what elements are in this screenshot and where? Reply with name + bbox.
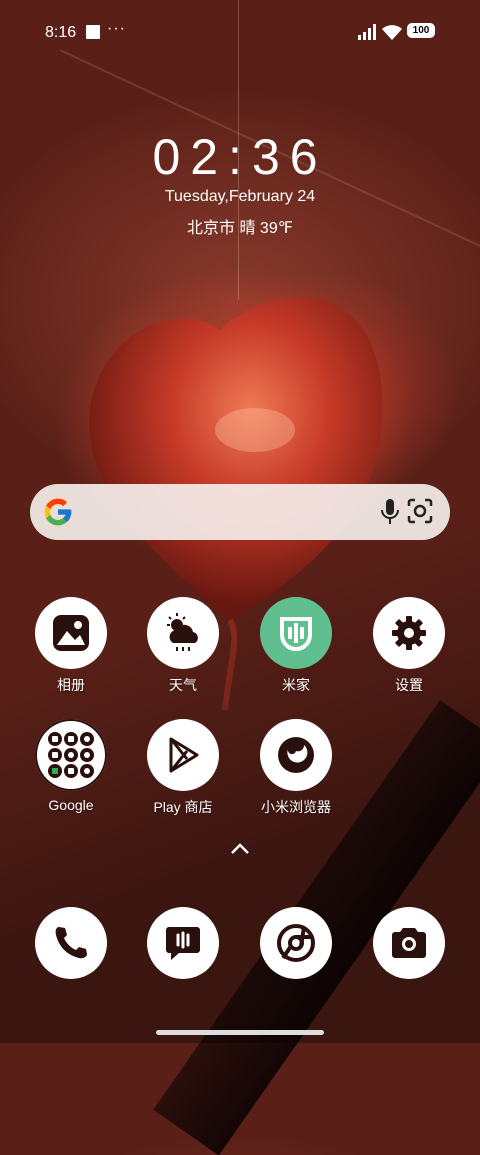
gallery-icon xyxy=(35,597,107,669)
app-weather[interactable]: 天气 xyxy=(138,597,228,695)
google-folder-icon xyxy=(35,719,107,791)
app-gallery[interactable]: 相册 xyxy=(26,597,116,695)
signal-icon xyxy=(358,24,376,40)
home-gesture-bar[interactable] xyxy=(156,1030,324,1035)
camera-icon xyxy=(373,907,445,979)
app-label: 小米浏览器 xyxy=(261,799,331,815)
status-bar: 8:16 ··· 100 xyxy=(0,18,480,48)
mijia-icon xyxy=(260,597,332,669)
weather-icon xyxy=(147,597,219,669)
mic-icon[interactable] xyxy=(380,498,400,526)
date-display[interactable]: Tuesday,February 24 xyxy=(0,188,480,206)
wifi-icon xyxy=(382,25,402,40)
status-time: 8:16 xyxy=(45,24,77,41)
battery-indicator: 100 xyxy=(407,23,435,38)
dock-camera[interactable] xyxy=(364,907,454,979)
weather-display[interactable]: 北京市 晴 39℉ xyxy=(0,214,480,238)
app-drawer-chevron-icon[interactable] xyxy=(229,842,251,856)
app-label: 相册 xyxy=(57,677,85,693)
google-logo-icon xyxy=(44,498,72,526)
folder-google[interactable]: Google xyxy=(26,719,116,813)
app-play-store[interactable]: Play 商店 xyxy=(138,719,228,817)
notification-square-icon xyxy=(86,25,100,39)
dock-chrome[interactable] xyxy=(251,907,341,979)
clock-display[interactable]: 02:36 xyxy=(0,128,480,186)
app-settings[interactable]: 设置 xyxy=(364,597,454,695)
app-label: 设置 xyxy=(395,677,423,693)
app-mi-browser[interactable]: 小米浏览器 xyxy=(251,719,341,817)
browser-icon xyxy=(260,719,332,791)
phone-icon xyxy=(35,907,107,979)
app-label: Google xyxy=(48,797,94,813)
dock-messages[interactable] xyxy=(138,907,228,979)
dock-phone[interactable] xyxy=(26,907,116,979)
lens-icon[interactable] xyxy=(407,498,433,524)
app-mijia[interactable]: 米家 xyxy=(251,597,341,695)
app-label: 米家 xyxy=(282,677,310,693)
messages-icon xyxy=(147,907,219,979)
app-label: 天气 xyxy=(169,677,197,693)
more-notifications-icon: ··· xyxy=(107,20,126,37)
settings-icon xyxy=(373,597,445,669)
app-label: Play 商店 xyxy=(153,799,213,815)
play-store-icon xyxy=(147,719,219,791)
chrome-icon xyxy=(260,907,332,979)
google-search-bar[interactable] xyxy=(30,484,450,540)
